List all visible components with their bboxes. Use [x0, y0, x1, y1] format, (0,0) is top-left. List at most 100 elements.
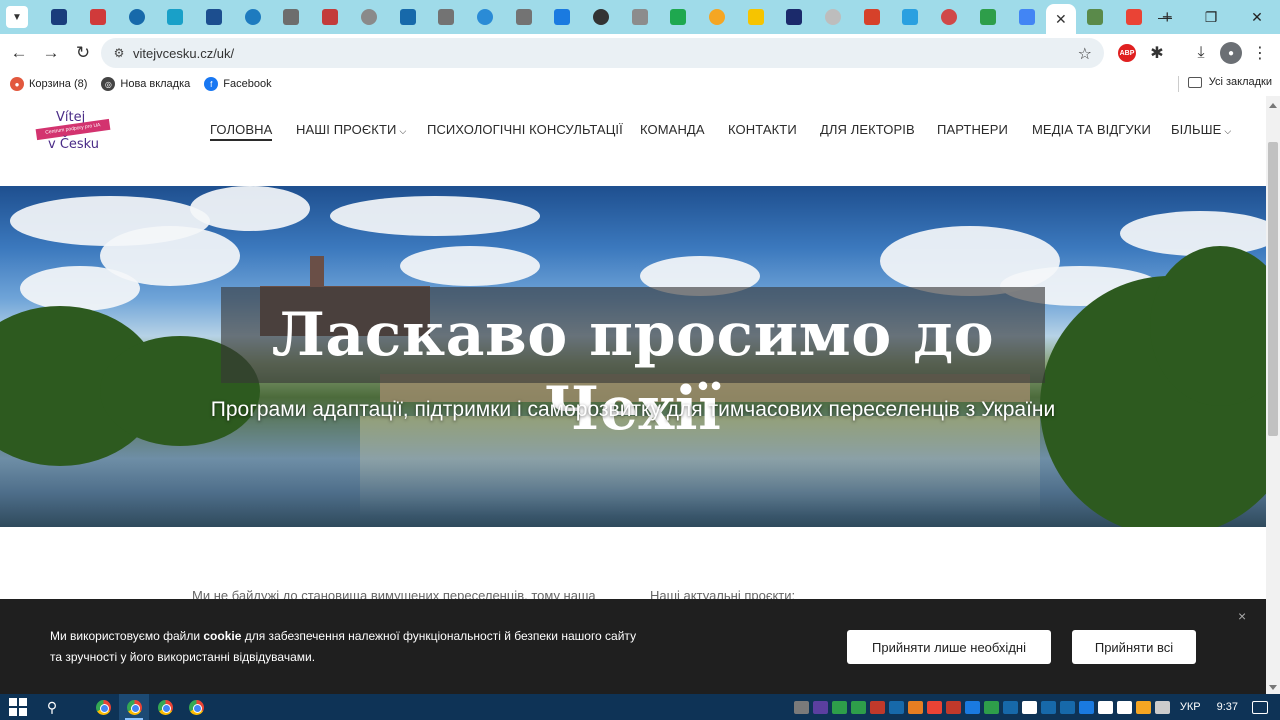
tab[interactable]	[620, 0, 659, 34]
tab[interactable]	[698, 0, 737, 34]
keyboard-language[interactable]: УКР	[1180, 701, 1201, 713]
reload-icon[interactable]: ↻	[68, 38, 98, 68]
clock[interactable]: 9:37	[1217, 701, 1238, 713]
window-close-icon[interactable]: ✕	[1234, 0, 1280, 34]
accept-necessary-button[interactable]: Прийняти лише необхідні	[847, 630, 1051, 664]
adblock-plus-icon[interactable]: ABP	[1118, 44, 1136, 62]
bookmark-cart[interactable]: ● Корзина (8)	[10, 77, 87, 91]
site-settings-icon[interactable]: ⚙	[105, 46, 133, 60]
scroll-down-arrow-icon[interactable]	[1269, 685, 1277, 690]
tray-app-icon[interactable]	[850, 700, 866, 714]
tab[interactable]	[1076, 0, 1115, 34]
tab[interactable]	[233, 0, 272, 34]
tray-app-icon[interactable]	[1154, 700, 1170, 714]
tray-app-icon[interactable]	[1078, 700, 1094, 714]
nav-item-psychology[interactable]: ПСИХОЛОГІЧНІ КОНСУЛЬТАЦІЇ	[427, 122, 623, 137]
download-icon[interactable]: ⤓	[1190, 40, 1212, 66]
active-tab[interactable]: ✕	[1045, 4, 1076, 34]
tray-app-icon[interactable]	[1135, 700, 1151, 714]
nav-item-partners[interactable]: ПАРТНЕРИ	[937, 122, 1008, 137]
bookmark-facebook[interactable]: f Facebook	[204, 77, 272, 91]
tray-app-icon[interactable]	[1059, 700, 1075, 714]
facebook-icon: f	[204, 77, 219, 91]
bookmark-star-icon[interactable]: ☆	[1078, 44, 1092, 64]
nav-item-team[interactable]: КОМАНДА	[640, 122, 705, 137]
close-tab-icon[interactable]: ✕	[1055, 11, 1067, 28]
tab[interactable]	[775, 0, 814, 34]
tray-app-icon[interactable]	[1040, 700, 1056, 714]
close-icon[interactable]: ×	[1238, 608, 1246, 624]
tab[interactable]	[891, 0, 930, 34]
taskbar-chrome[interactable]	[119, 694, 149, 720]
tab-favicon-icon	[167, 9, 184, 25]
tab[interactable]	[543, 0, 582, 34]
tab[interactable]	[117, 0, 156, 34]
tab[interactable]	[195, 0, 234, 34]
tab[interactable]	[79, 0, 118, 34]
tab-favicon-icon	[128, 9, 145, 25]
tab[interactable]	[969, 0, 1008, 34]
tab-favicon-icon	[631, 9, 648, 25]
tray-app-icon[interactable]	[964, 700, 980, 714]
tray-app-icon[interactable]	[1116, 700, 1132, 714]
tray-app-icon[interactable]	[983, 700, 999, 714]
tray-app-icon[interactable]	[888, 700, 904, 714]
tab[interactable]	[582, 0, 621, 34]
tab[interactable]	[852, 0, 891, 34]
site-logo[interactable]: Vítej Centrum podpory pro UA v Česku	[35, 110, 112, 156]
notifications-icon[interactable]	[1252, 700, 1268, 714]
tab[interactable]	[427, 0, 466, 34]
minimize-icon[interactable]: —	[1142, 0, 1188, 34]
tab-strip: ▼ ✕ + — ❐ ✕	[0, 0, 1280, 34]
tab[interactable]	[350, 0, 389, 34]
scroll-up-arrow-icon[interactable]	[1269, 103, 1277, 108]
tab[interactable]	[388, 0, 427, 34]
back-arrow-icon[interactable]: ←	[4, 38, 34, 68]
scrollbar-thumb[interactable]	[1268, 142, 1278, 436]
tray-app-icon[interactable]	[926, 700, 942, 714]
tray-app-icon[interactable]	[869, 700, 885, 714]
tab[interactable]	[930, 0, 969, 34]
nav-item-home[interactable]: ГОЛОВНА	[210, 122, 273, 141]
tray-app-icon[interactable]	[1002, 700, 1018, 714]
nav-item-projects[interactable]: НАШІ ПРОЄКТИ ⌵	[296, 122, 406, 137]
tray-app-icon[interactable]	[945, 700, 961, 714]
tab[interactable]	[272, 0, 311, 34]
taskbar-chrome[interactable]	[181, 694, 211, 720]
tab[interactable]	[814, 0, 853, 34]
search-icon[interactable]: ⚲	[38, 699, 66, 716]
nav-item-lecturers[interactable]: ДЛЯ ЛЕКТОРІВ	[820, 122, 915, 137]
tab-search-button[interactable]: ▼	[6, 6, 28, 28]
url-text: vitejvcesku.cz/uk/	[133, 45, 235, 61]
tab[interactable]	[40, 0, 79, 34]
restore-icon[interactable]: ❐	[1188, 0, 1234, 34]
tab[interactable]	[1007, 0, 1046, 34]
taskbar-chrome[interactable]	[88, 694, 118, 720]
tab-favicon-icon	[360, 9, 377, 25]
bookmark-new-tab[interactable]: ◎ Нова вкладка	[101, 77, 190, 91]
tab[interactable]	[156, 0, 195, 34]
tab[interactable]	[736, 0, 775, 34]
tray-app-icon[interactable]	[812, 700, 828, 714]
tab[interactable]	[311, 0, 350, 34]
forward-arrow-icon[interactable]: →	[36, 38, 66, 68]
tray-app-icon[interactable]	[793, 700, 809, 714]
extensions-puzzle-icon[interactable]: ✱	[1146, 40, 1168, 66]
address-bar[interactable]: ⚙ vitejvcesku.cz/uk/ ☆	[101, 38, 1104, 68]
tray-app-icon[interactable]	[907, 700, 923, 714]
browser-menu-icon[interactable]: ⋮	[1252, 40, 1268, 66]
taskbar-chrome[interactable]	[150, 694, 180, 720]
tray-app-icon[interactable]	[1021, 700, 1037, 714]
tray-app-icon[interactable]	[831, 700, 847, 714]
nav-item-more[interactable]: БІЛЬШЕ ⌵	[1171, 122, 1231, 137]
tab[interactable]	[466, 0, 505, 34]
accept-all-button[interactable]: Прийняти всі	[1072, 630, 1196, 664]
all-bookmarks-button[interactable]: Усі закладки	[1187, 76, 1272, 88]
nav-item-contacts[interactable]: КОНТАКТИ	[728, 122, 797, 137]
tab[interactable]	[504, 0, 543, 34]
tab[interactable]	[659, 0, 698, 34]
tray-app-icon[interactable]	[1097, 700, 1113, 714]
windows-start-icon[interactable]	[8, 697, 28, 717]
profile-avatar[interactable]: ●	[1220, 42, 1242, 64]
nav-item-media[interactable]: МЕДІА ТА ВІДГУКИ	[1032, 122, 1151, 137]
